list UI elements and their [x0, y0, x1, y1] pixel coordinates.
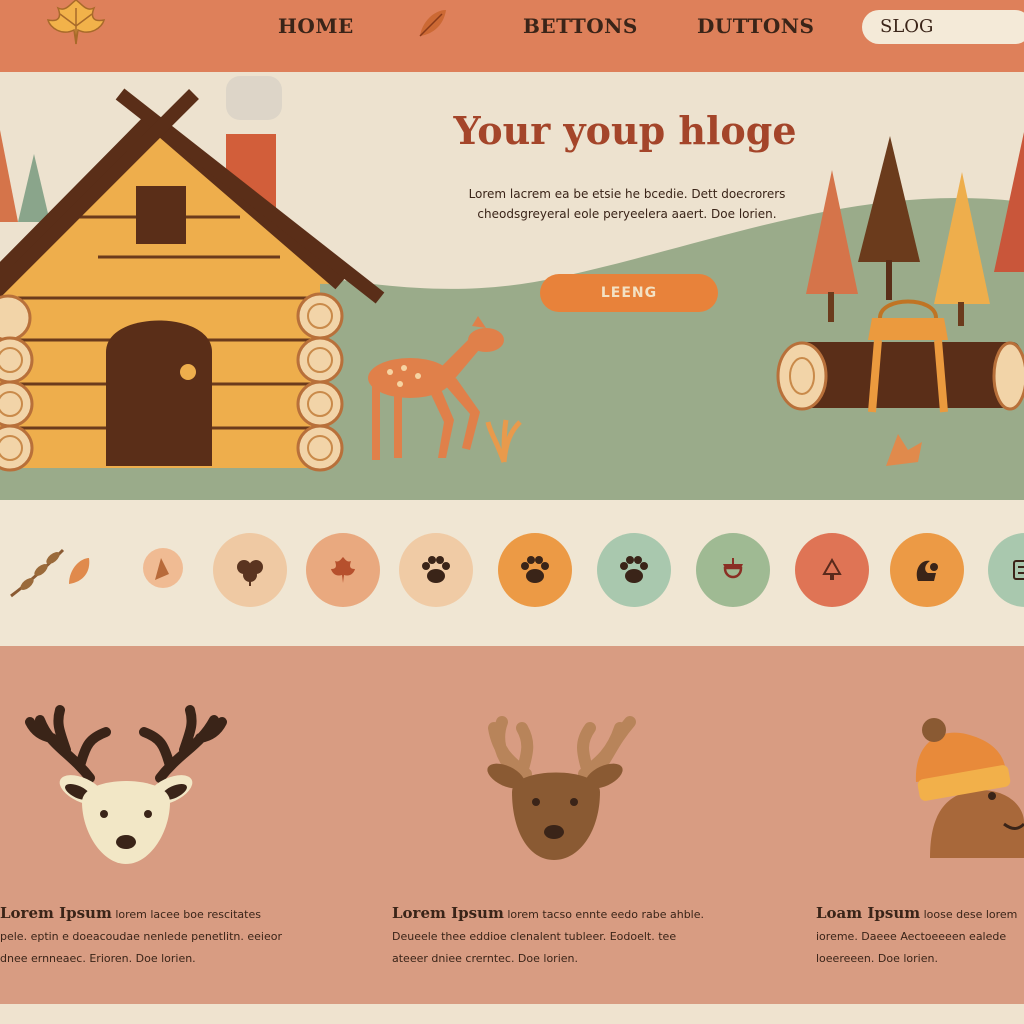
leaf-cluster-icon[interactable] — [124, 533, 198, 607]
hero-section: Your youp hloge Lorem lacrem ea be etsie… — [0, 72, 1024, 500]
feature-card-2-text: Lorem Ipsum lorem tacso ennte eedo rabe … — [392, 902, 712, 970]
card-icon[interactable] — [988, 533, 1024, 607]
feature-card-3-text: Loam Ipsum loose dese lorem ioreme. Daee… — [816, 902, 1024, 970]
feature-card-1-lead: Lorem Ipsum — [0, 904, 112, 922]
feature-cards-section: Lorem Ipsum lorem lacee boe rescitates p… — [0, 646, 1024, 1004]
paw-icon[interactable] — [399, 533, 473, 607]
nav-link-bettons[interactable]: BETTONS — [523, 14, 638, 38]
tree-icon[interactable] — [795, 533, 869, 607]
moose-illustration — [487, 716, 636, 860]
acorn-icon[interactable] — [696, 533, 770, 607]
search-input[interactable]: SLOG — [862, 10, 1024, 44]
feature-card-2-lead: Lorem Ipsum — [392, 904, 504, 922]
feature-card-1-text: Lorem Ipsum lorem lacee boe rescitates p… — [0, 902, 290, 970]
footer-band — [0, 1004, 1024, 1024]
nav-link-home[interactable]: HOME — [278, 14, 354, 38]
squirrel-icon[interactable] — [890, 533, 964, 607]
beaver-with-beanie-illustration — [915, 718, 1024, 858]
clover-icon[interactable] — [213, 533, 287, 607]
hero-cta-button[interactable]: LEENG — [540, 274, 718, 312]
reindeer-illustration — [25, 705, 227, 864]
maple-leaf-logo-icon — [46, 0, 106, 45]
top-navigation-bar: HOME BETTONS DUTTONS SLOG — [0, 0, 1024, 72]
nav-link-duttons[interactable]: DUTTONS — [697, 14, 814, 38]
falling-leaf-icon — [419, 10, 446, 37]
hero-title: Your youp hloge — [453, 108, 797, 153]
paw-icon[interactable] — [597, 533, 671, 607]
feature-card-3-lead: Loam Ipsum — [816, 904, 921, 922]
small-leaf-icon[interactable] — [42, 533, 116, 607]
paw-icon[interactable] — [498, 533, 572, 607]
maple-leaf-icon[interactable] — [306, 533, 380, 607]
hero-description: Lorem lacrem ea be etsie he bcedie. Dett… — [468, 187, 786, 221]
icon-strip — [0, 500, 1024, 646]
